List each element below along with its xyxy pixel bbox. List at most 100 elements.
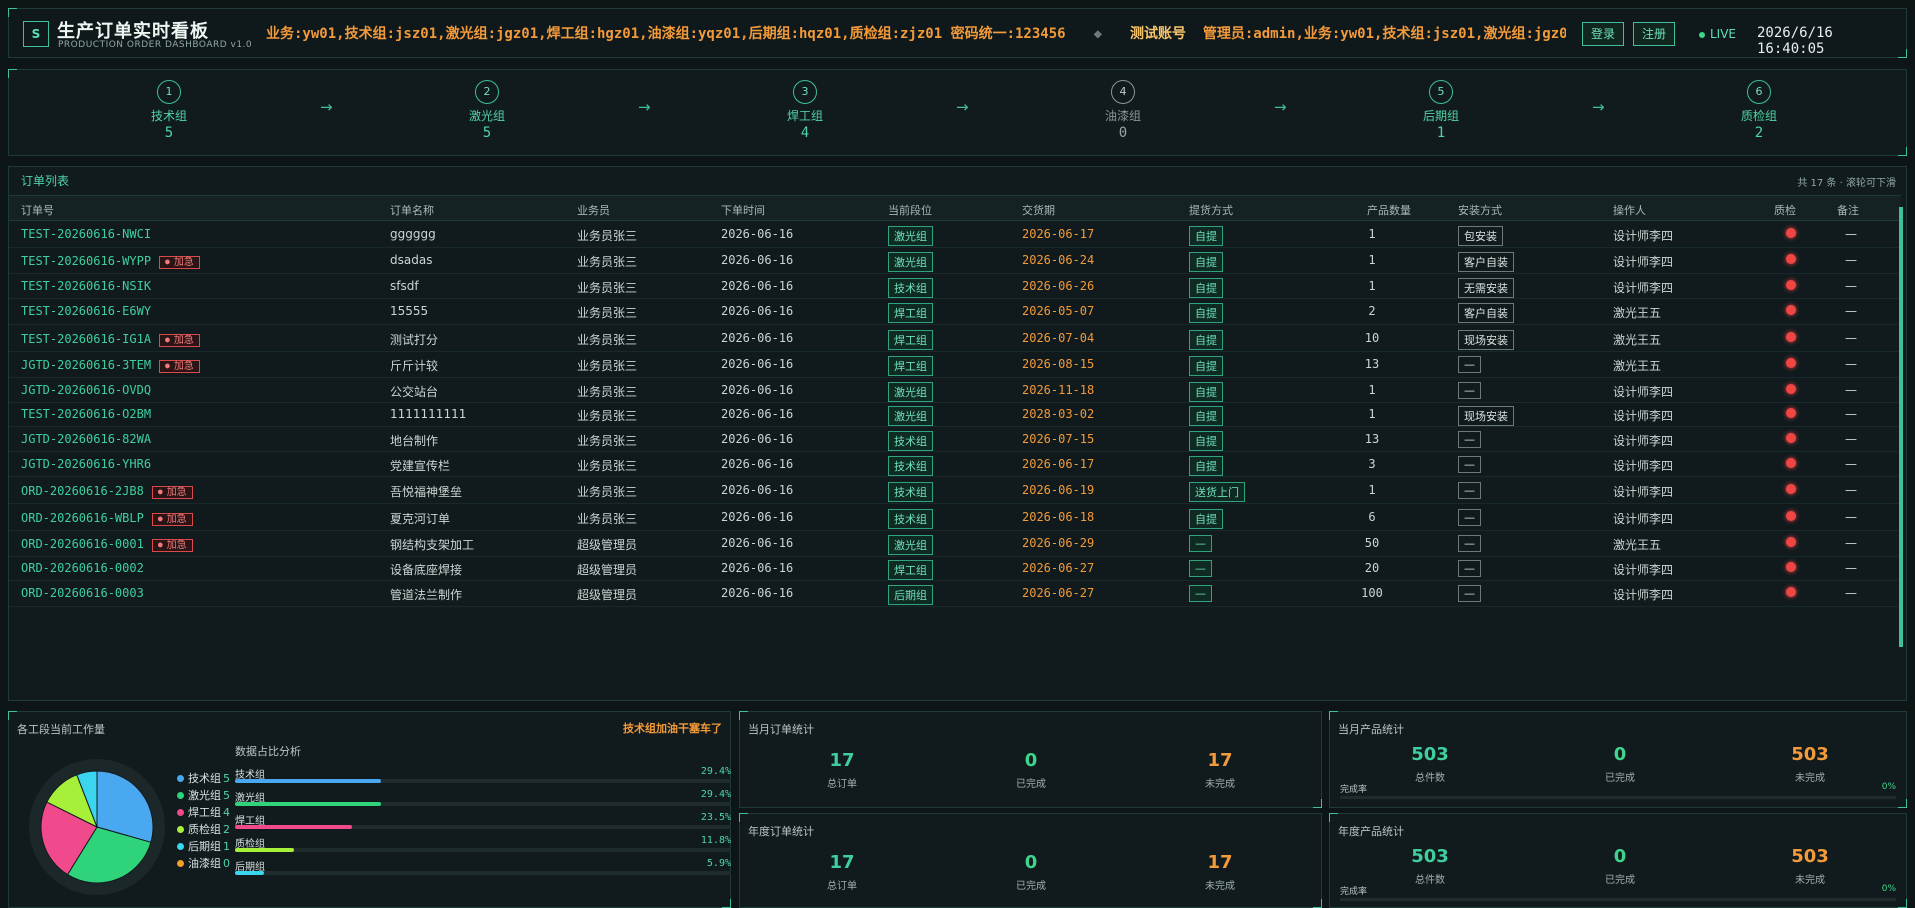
- order-id[interactable]: JGTD-20260616-3TEM: [21, 358, 151, 372]
- order-id[interactable]: TEST-20260616-E6WY: [21, 304, 151, 318]
- order-id-cell[interactable]: TEST-20260616-NSIK: [21, 279, 151, 293]
- table-row[interactable]: TEST-20260616-NSIK sfsdf 业务员张三 2026-06-16 技术…: [9, 274, 1901, 299]
- column-header[interactable]: 质检: [1774, 202, 1796, 218]
- year-product-done-value: 0: [1613, 846, 1627, 867]
- column-header[interactable]: 当前段位: [888, 202, 932, 218]
- year-product-rate-bar: [1340, 898, 1896, 901]
- qc-status-dot: [1786, 358, 1796, 368]
- order-id-cell[interactable]: ORD-20260616-WBLP 加急: [21, 510, 193, 526]
- pickup-tag: —: [1189, 560, 1212, 577]
- table-row[interactable]: JGTD-20260616-3TEM 加急 斤斤计较 业务员张三 2026-06-16 焊…: [9, 352, 1901, 378]
- order-id[interactable]: JGTD-20260616-YHR6: [21, 457, 151, 471]
- quantity: 10: [1364, 331, 1380, 345]
- column-header[interactable]: 提货方式: [1189, 202, 1233, 218]
- order-id[interactable]: JGTD-20260616-82WA: [21, 432, 151, 446]
- year-order-done-label: 已完成: [1016, 881, 1046, 892]
- table-row[interactable]: ORD-20260616-0001 加急 钢结构支架加工 超级管理员 2026-06-1…: [9, 531, 1901, 557]
- order-id-cell[interactable]: TEST-20260616-O2BM: [21, 407, 151, 421]
- order-id-cell[interactable]: ORD-20260616-0002: [21, 561, 144, 575]
- order-id[interactable]: TEST-20260616-NWCI: [21, 227, 151, 241]
- table-row[interactable]: TEST-20260616-E6WY 15555 业务员张三 2026-06-16 焊工…: [9, 299, 1901, 325]
- stage-2[interactable]: 2 激光组 5: [437, 80, 537, 141]
- stage-arrow-icon: →: [1274, 98, 1287, 116]
- ratio-bar-fill: [235, 871, 265, 875]
- register-button[interactable]: 注册: [1633, 22, 1676, 46]
- table-row[interactable]: TEST-20260616-IG1A 加急 测试打分 业务员张三 2026-06-16 焊…: [9, 325, 1901, 352]
- month-order-undone: 17 未完成: [1170, 750, 1270, 790]
- order-id[interactable]: TEST-20260616-O2BM: [21, 407, 151, 421]
- table-row[interactable]: JGTD-20260616-82WA 地台制作 业务员张三 2026-06-16 技术组…: [9, 427, 1901, 452]
- year-product-done-label: 已完成: [1605, 875, 1635, 886]
- stage-name: 激光组: [468, 109, 505, 123]
- table-row[interactable]: TEST-20260616-NWCI gggggg 业务员张三 2026-06-16 激…: [9, 222, 1901, 248]
- column-header[interactable]: 业务员: [577, 202, 610, 218]
- stage-name: 质检组: [1740, 109, 1777, 123]
- table-row[interactable]: ORD-20260616-2JB8 加急 吾悦福神堡垒 业务员张三 2026-06-16…: [9, 477, 1901, 504]
- remark: —: [1845, 227, 1857, 241]
- order-id-cell[interactable]: TEST-20260616-NWCI: [21, 227, 151, 241]
- install-tag: —: [1458, 585, 1481, 602]
- order-name: 地台制作: [390, 434, 439, 448]
- column-header[interactable]: 操作人: [1613, 202, 1646, 218]
- table-body[interactable]: TEST-20260616-NWCI gggggg 业务员张三 2026-06-16 激…: [9, 222, 1901, 698]
- order-id[interactable]: ORD-20260616-WBLP: [21, 511, 144, 525]
- table-row[interactable]: ORD-20260616-WBLP 加急 夏克河订单 业务员张三 2026-06-16 技…: [9, 504, 1901, 531]
- table-row[interactable]: TEST-20260616-O2BM 1111111111 业务员张三 2026-06…: [9, 403, 1901, 427]
- column-header[interactable]: 下单时间: [721, 202, 765, 218]
- order-id-cell[interactable]: JGTD-20260616-YHR6: [21, 457, 151, 471]
- order-id[interactable]: ORD-20260616-0003: [21, 586, 144, 600]
- column-header[interactable]: 订单号: [21, 202, 54, 218]
- order-id[interactable]: TEST-20260616-IG1A: [21, 332, 151, 346]
- year-product-total-label: 总件数: [1415, 875, 1445, 886]
- order-id-cell[interactable]: ORD-20260616-0001 加急: [21, 536, 193, 552]
- qc-status-dot: [1786, 433, 1796, 443]
- urgent-badge: 加急: [159, 256, 200, 269]
- stage-6[interactable]: 6 质检组 2: [1709, 80, 1809, 141]
- stage-tag: 技术组: [888, 456, 933, 476]
- stage-tag: 焊工组: [888, 356, 933, 376]
- table-scrollbar[interactable]: [1899, 207, 1903, 647]
- year-product-total: 503 总件数: [1380, 846, 1480, 886]
- scrollbar-thumb[interactable]: [1899, 207, 1903, 647]
- column-header[interactable]: 交货期: [1022, 202, 1055, 218]
- pickup-tag: 送货上门: [1189, 482, 1245, 502]
- order-id[interactable]: JGTD-20260616-OVDQ: [21, 383, 151, 397]
- order-id-cell[interactable]: JGTD-20260616-3TEM 加急: [21, 357, 200, 373]
- order-id[interactable]: ORD-20260616-0001: [21, 537, 144, 551]
- order-id-cell[interactable]: TEST-20260616-IG1A 加急: [21, 331, 200, 347]
- stage-3[interactable]: 3 焊工组 4: [755, 80, 855, 141]
- order-id-cell[interactable]: ORD-20260616-2JB8 加急: [21, 483, 193, 499]
- stage-4[interactable]: 4 油漆组 0: [1073, 80, 1173, 141]
- order-id-cell[interactable]: TEST-20260616-E6WY: [21, 304, 151, 318]
- order-id[interactable]: ORD-20260616-2JB8: [21, 484, 144, 498]
- column-header[interactable]: 订单名称: [390, 202, 434, 218]
- login-button[interactable]: 登录: [1582, 22, 1625, 46]
- order-id[interactable]: TEST-20260616-WYPP: [21, 254, 151, 268]
- order-id[interactable]: ORD-20260616-0002: [21, 561, 144, 575]
- table-row[interactable]: JGTD-20260616-OVDQ 公交站台 业务员张三 2026-06-16 激光组…: [9, 378, 1901, 403]
- month-product-done-value: 0: [1613, 744, 1627, 765]
- column-header[interactable]: 安装方式: [1458, 202, 1502, 218]
- stage-tag: 后期组: [888, 585, 933, 605]
- stage-1[interactable]: 1 技术组 5: [119, 80, 219, 141]
- quantity: 1: [1368, 253, 1376, 267]
- column-header[interactable]: 备注: [1837, 202, 1859, 218]
- stage-5[interactable]: 5 后期组 1: [1391, 80, 1491, 141]
- table-row[interactable]: ORD-20260616-0003 管道法兰制作 超级管理员 2026-06-16 后期…: [9, 581, 1901, 607]
- table-row[interactable]: TEST-20260616-WYPP 加急 dsadas 业务员张三 2026-06-1…: [9, 248, 1901, 274]
- month-product-rate-value: 0%: [1881, 782, 1896, 792]
- year-order-total-value: 17: [829, 852, 855, 873]
- month-product-total-value: 503: [1411, 744, 1449, 765]
- order-id[interactable]: TEST-20260616-NSIK: [21, 279, 151, 293]
- table-row[interactable]: JGTD-20260616-YHR6 党建宣传栏 业务员张三 2026-06-16 技术…: [9, 452, 1901, 477]
- order-id-cell[interactable]: JGTD-20260616-82WA: [21, 432, 151, 446]
- year-order-total: 17 总订单: [792, 852, 892, 892]
- column-header[interactable]: 产品数量: [1367, 202, 1411, 218]
- quantity: 1: [1368, 279, 1376, 293]
- order-id-cell[interactable]: JGTD-20260616-OVDQ: [21, 383, 151, 397]
- month-product-rate-label: 完成率: [1340, 785, 1368, 795]
- order-id-cell[interactable]: TEST-20260616-WYPP 加急: [21, 253, 200, 269]
- table-row[interactable]: ORD-20260616-0002 设备底座焊接 超级管理员 2026-06-16 焊工…: [9, 557, 1901, 581]
- order-date: 2026-06-16: [721, 510, 794, 524]
- order-id-cell[interactable]: ORD-20260616-0003: [21, 586, 144, 600]
